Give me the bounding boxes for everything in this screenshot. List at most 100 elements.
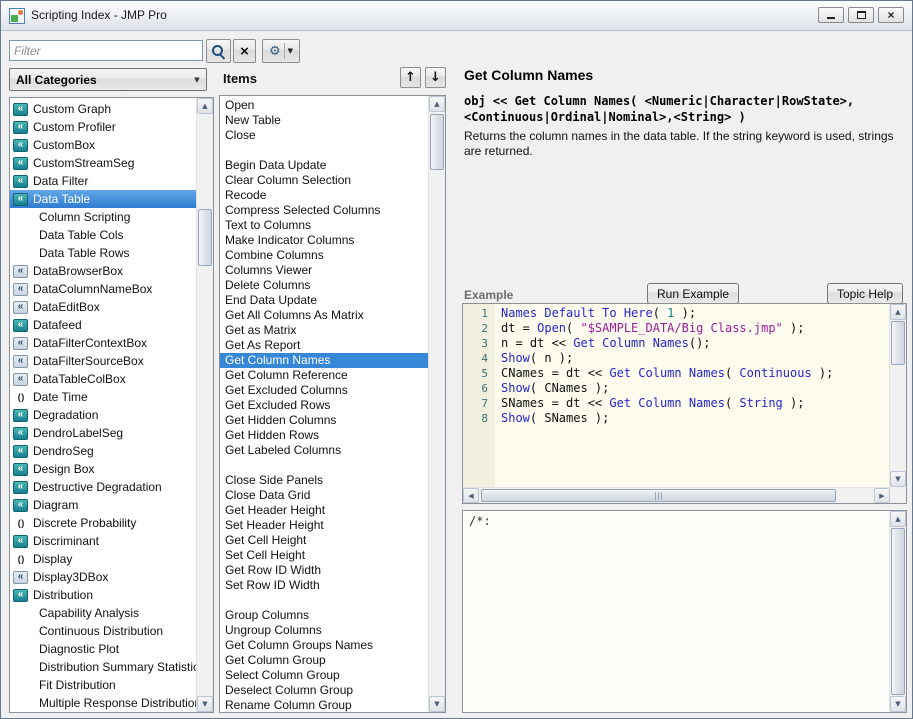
items-list-item[interactable]: Get Hidden Columns (220, 413, 428, 428)
close-button[interactable]: × (878, 7, 904, 23)
category-item[interactable]: «Discriminant (10, 532, 196, 550)
category-item[interactable]: «CustomBox (10, 136, 196, 154)
category-item[interactable]: «Degradation (10, 406, 196, 424)
items-list-item[interactable]: Set Cell Height (220, 548, 428, 563)
scroll-up-button[interactable]: ▲ (890, 511, 906, 527)
scrollbar-track[interactable] (890, 527, 906, 696)
category-item[interactable]: «Custom Graph (10, 100, 196, 118)
scrollbar-thumb[interactable] (891, 321, 905, 365)
items-list-item[interactable]: Deselect Column Group (220, 683, 428, 698)
log-scrollbar[interactable]: ▲ ▼ (889, 511, 906, 712)
topic-help-button[interactable]: Topic Help (827, 283, 903, 304)
scroll-right-button[interactable]: ▶ (874, 488, 890, 503)
category-item[interactable]: ( )Discrete Probability (10, 514, 196, 532)
items-list-item[interactable]: Open (220, 98, 428, 113)
items-list-item[interactable]: Ungroup Columns (220, 623, 428, 638)
items-list-item[interactable]: Clear Column Selection (220, 173, 428, 188)
scrollbar-track[interactable] (479, 488, 874, 503)
maximize-button[interactable] (848, 7, 874, 23)
category-item[interactable]: «DataColumnNameBox (10, 280, 196, 298)
category-dropdown[interactable]: All Categories ▼ (9, 68, 207, 91)
items-list-item[interactable]: Close (220, 128, 428, 143)
category-item[interactable]: «DendroSeg (10, 442, 196, 460)
items-list-item[interactable]: Close Data Grid (220, 488, 428, 503)
category-item[interactable]: Column Scripting (10, 208, 196, 226)
code-horizontal-scrollbar[interactable]: ◀ ▶ (463, 487, 890, 503)
scrollbar-thumb[interactable] (198, 209, 212, 266)
items-list-item[interactable]: Text to Columns (220, 218, 428, 233)
category-item[interactable]: «Diagram (10, 496, 196, 514)
items-list-item[interactable]: Rename Column Group (220, 698, 428, 712)
search-button[interactable] (206, 39, 231, 63)
items-list-item[interactable]: Set Header Height (220, 518, 428, 533)
category-item[interactable]: Multiple Response Distribution (10, 694, 196, 712)
category-item[interactable]: ( )Date Time (10, 388, 196, 406)
items-list-item[interactable]: Get Row ID Width (220, 563, 428, 578)
category-item[interactable]: «Design Box (10, 460, 196, 478)
items-list-item[interactable]: Begin Data Update (220, 158, 428, 173)
scroll-left-button[interactable]: ◀ (463, 488, 479, 503)
category-item[interactable]: «DataFilterSourceBox (10, 352, 196, 370)
title-bar[interactable]: Scripting Index - JMP Pro × (1, 1, 912, 31)
category-item[interactable]: «Data Filter (10, 172, 196, 190)
category-item[interactable]: Capability Analysis (10, 604, 196, 622)
items-list-item[interactable]: Delete Columns (220, 278, 428, 293)
category-item[interactable]: Diagnostic Plot (10, 640, 196, 658)
scroll-up-button[interactable]: ▲ (197, 98, 213, 114)
scroll-up-button[interactable]: ▲ (890, 304, 906, 320)
minimize-button[interactable] (818, 7, 844, 23)
items-list-item[interactable]: Get All Columns As Matrix (220, 308, 428, 323)
items-list-item[interactable]: Recode (220, 188, 428, 203)
items-list-item[interactable]: End Data Update (220, 293, 428, 308)
scrollbar-track[interactable] (890, 320, 906, 471)
category-item[interactable]: Fit Distribution (10, 676, 196, 694)
category-item[interactable]: «DataEditBox (10, 298, 196, 316)
items-scrollbar[interactable]: ▲ ▼ (428, 96, 445, 712)
items-list-item[interactable]: Get Cell Height (220, 533, 428, 548)
items-list-item[interactable]: Columns Viewer (220, 263, 428, 278)
items-list-item[interactable]: Get Header Height (220, 503, 428, 518)
scrollbar-track[interactable] (429, 112, 445, 696)
items-list-item[interactable]: Group Columns (220, 608, 428, 623)
category-item[interactable]: ( )Display (10, 550, 196, 568)
category-item[interactable]: «DendroLabelSeg (10, 424, 196, 442)
items-list-item[interactable]: Get Column Groups Names (220, 638, 428, 653)
category-item[interactable]: «Data Table (10, 190, 196, 208)
scrollbar-track[interactable] (197, 114, 213, 696)
clear-filter-button[interactable]: × (233, 39, 256, 63)
category-item[interactable]: «Datafeed (10, 316, 196, 334)
code-vertical-scrollbar[interactable]: ▲ ▼ (889, 304, 906, 487)
category-item[interactable]: «Display3DBox (10, 568, 196, 586)
run-example-button[interactable]: Run Example (647, 283, 739, 304)
items-list-item[interactable]: Get Labeled Columns (220, 443, 428, 458)
code-lines[interactable]: Names Default To Here( 1 );dt = Open( "$… (501, 306, 888, 487)
category-scrollbar[interactable]: ▲ ▼ (196, 98, 213, 712)
category-item[interactable]: «DataFilterContextBox (10, 334, 196, 352)
category-item[interactable]: «Destructive Degradation (10, 478, 196, 496)
items-list-item[interactable]: Get Column Names (220, 353, 428, 368)
scroll-up-button[interactable]: ▲ (429, 96, 445, 112)
log-panel[interactable]: /*: ▲ ▼ (462, 510, 907, 713)
items-list-item[interactable]: Get as Matrix (220, 323, 428, 338)
scrollbar-thumb[interactable] (481, 489, 836, 502)
scrollbar-thumb[interactable] (891, 528, 905, 695)
scrollbar-thumb[interactable] (430, 114, 444, 170)
filter-input[interactable] (9, 40, 203, 61)
scroll-down-button[interactable]: ▼ (197, 696, 213, 712)
items-list-item[interactable]: New Table (220, 113, 428, 128)
items-list-item[interactable]: Get Excluded Rows (220, 398, 428, 413)
items-list-item[interactable]: Compress Selected Columns (220, 203, 428, 218)
scroll-down-button[interactable]: ▼ (890, 471, 906, 487)
category-item[interactable]: «Distribution (10, 586, 196, 604)
category-item[interactable]: Data Table Cols (10, 226, 196, 244)
category-item[interactable]: Data Table Rows (10, 244, 196, 262)
items-list-item[interactable]: Get As Report (220, 338, 428, 353)
items-list-item[interactable]: Close Side Panels (220, 473, 428, 488)
items-list-item[interactable]: Select Column Group (220, 668, 428, 683)
scroll-down-button[interactable]: ▼ (890, 696, 906, 712)
items-list-item[interactable]: Make Indicator Columns (220, 233, 428, 248)
items-list-item[interactable]: Get Column Group (220, 653, 428, 668)
move-up-button[interactable]: ↑ (400, 67, 421, 88)
category-item[interactable]: Distribution Summary Statistics (10, 658, 196, 676)
move-down-button[interactable]: ↓ (425, 67, 446, 88)
